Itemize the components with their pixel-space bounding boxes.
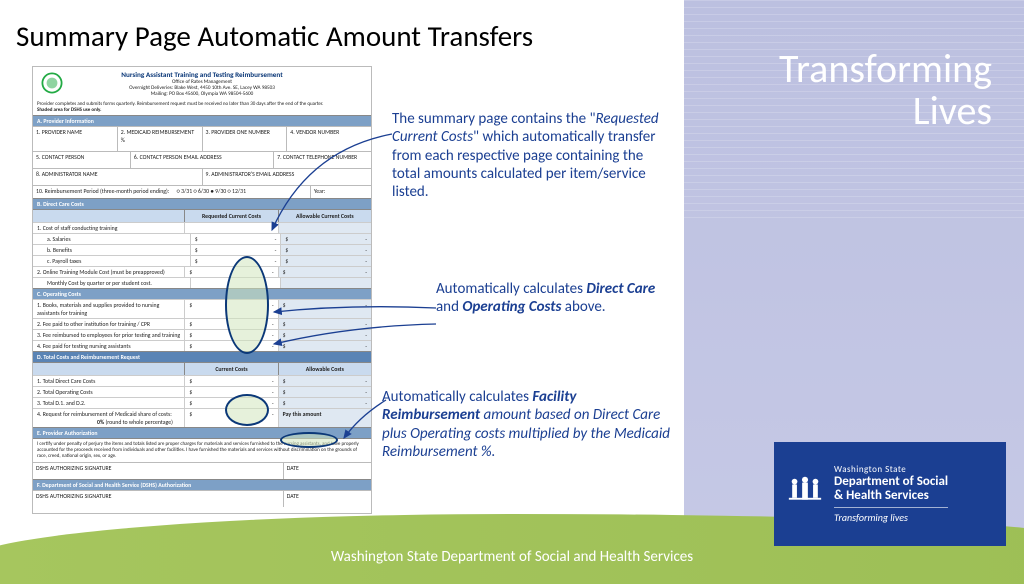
b-salaries: a. Salaries — [33, 234, 190, 244]
c-line1: 1. Books, materials and supplies provide… — [33, 300, 184, 318]
b-line1: 1. Cost of staff conducting training — [33, 223, 184, 233]
field-contact-person: 5. CONTACT PERSON — [33, 152, 131, 168]
field-dshs-sig2: DSHS AUTHORIZING SIGNATURE — [33, 491, 284, 507]
annotation-requested-costs: The summary page contains the "Requested… — [392, 110, 668, 201]
brand-line2: Lives — [779, 90, 992, 132]
slide-title: Summary Page Automatic Amount Transfers — [16, 18, 533, 54]
c-line4: 4. Fee paid for testing nursing assistan… — [33, 341, 184, 351]
d-line1: 1. Total Direct Care Costs — [33, 376, 184, 386]
footer-text: Washington State Department of Social an… — [0, 548, 1024, 566]
section-d-header: D. Total Costs and Reimbursement Request — [33, 351, 371, 362]
annotation-facility-reimb: Automatically calculates Facility Reimbu… — [382, 388, 672, 461]
dshs-dept2: & Health Services — [834, 489, 948, 503]
highlight-totals — [225, 394, 269, 426]
c-line3: 3. Fee reimbursed to employees for prior… — [33, 330, 184, 340]
brand-line1: Transforming — [779, 48, 992, 90]
brand-headline: Transforming Lives — [779, 48, 992, 132]
col-d-allowable: Allowable Costs — [278, 363, 371, 375]
b-online: 2. Online Training Module Cost (must be … — [33, 267, 184, 277]
dshs-logo-box: Washington State Department of Social & … — [774, 442, 1006, 546]
section-f-header: F. Department of Social and Health Servi… — [33, 479, 371, 490]
d-line3: 3. Total D.1. and D.2. — [33, 398, 184, 408]
dshs-tagline: Transforming lives — [834, 507, 948, 524]
section-a-header: A. Provider Information — [33, 115, 371, 126]
b-benefits: b. Benefits — [33, 245, 190, 255]
b-payroll: c. Payroll taxes — [33, 256, 190, 266]
form-shaded-note: Shaded area for DSHS use only. — [37, 107, 101, 113]
d-line4: 4. Request for reimbursement of Medicaid… — [33, 409, 184, 427]
field-admin-name: 8. ADMINISTRATOR NAME — [33, 169, 203, 185]
highlight-pay-amount — [280, 432, 338, 448]
field-medicaid-pct: 2. MEDICAID REIMBURSEMENT % — [118, 127, 203, 151]
form-mailing: Mailing: PO Box 45600, Olympia WA 98504-… — [39, 91, 365, 97]
arrow-to-operating — [270, 320, 440, 350]
col-requested: Requested Current Costs — [184, 210, 277, 222]
field-date2: DATE — [284, 491, 371, 507]
form-title: Nursing Assistant Training and Testing R… — [39, 70, 365, 79]
highlight-requested-column — [225, 256, 269, 354]
arrow-to-direct-care — [270, 294, 440, 316]
c-line2: 2. Fee paid to other institution for tra… — [33, 319, 184, 329]
field-contact-email: 6. CONTACT PERSON EMAIL ADDRESS — [131, 152, 274, 168]
annotation-direct-operating: Automatically calculates Direct Care and… — [436, 280, 666, 317]
field-date1: DATE — [284, 463, 371, 479]
b-monthly: Monthly Cost by quarter or per student c… — [33, 278, 190, 288]
arrow-to-requested-costs — [268, 130, 398, 240]
state-seal-icon — [38, 71, 66, 95]
field-provider-name: 1. PROVIDER NAME — [33, 127, 118, 151]
col-d-current: Current Costs — [184, 363, 277, 375]
d-line2: 2. Total Operating Costs — [33, 387, 184, 397]
field-dshs-sig: DSHS AUTHORIZING SIGNATURE — [33, 463, 284, 479]
dshs-logo-icon — [786, 475, 824, 513]
dshs-dept1: Department of Social — [834, 475, 948, 489]
